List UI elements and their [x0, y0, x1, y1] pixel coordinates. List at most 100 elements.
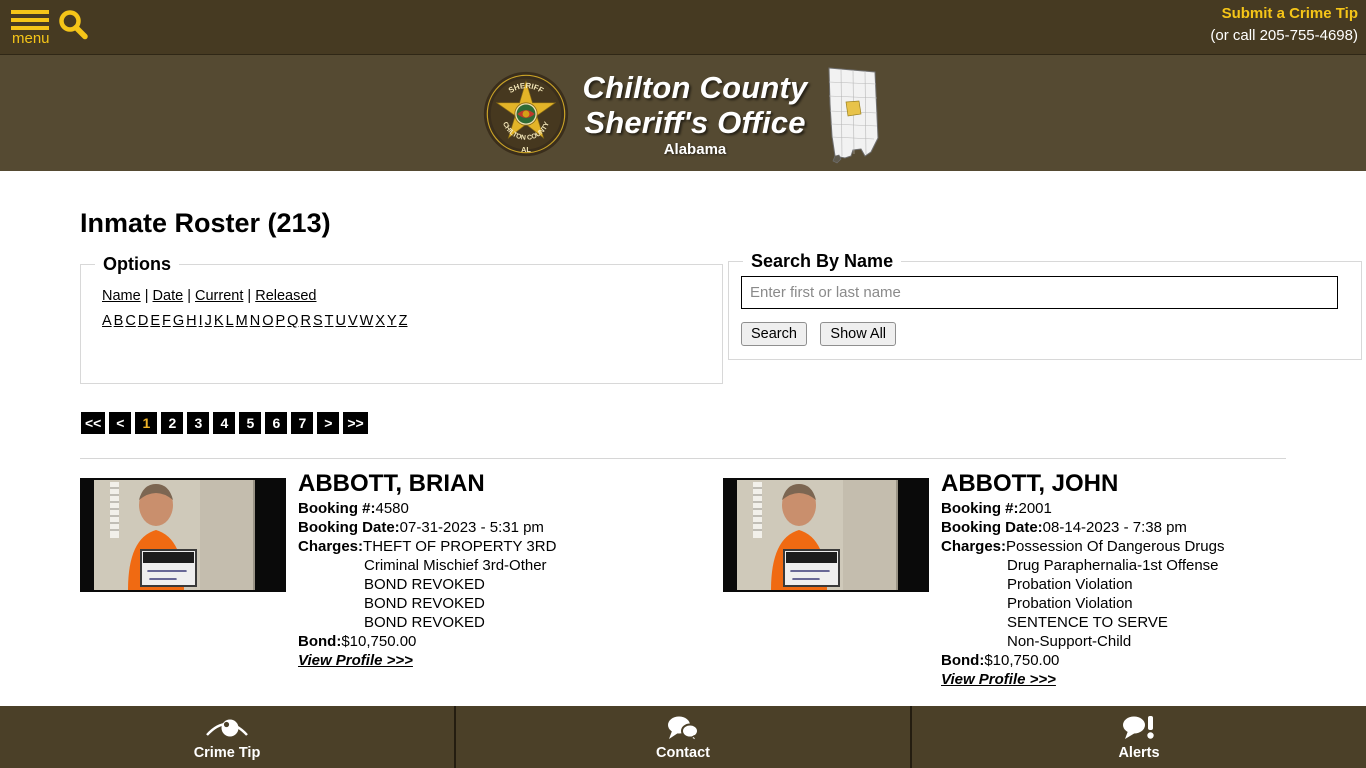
- alphabet-filter-g[interactable]: G: [173, 313, 184, 329]
- charge-value: BOND REVOKED: [364, 614, 485, 631]
- eye-icon: [205, 714, 249, 742]
- inmate-info: ABBOTT, BRIAN Booking #:4580 Booking Date:…: [298, 470, 680, 670]
- booking-date-line: Booking Date:08-14-2023 - 7:38 pm: [941, 518, 1323, 537]
- content-divider: [80, 458, 1286, 459]
- options-panel: Options Name | Date | Current | Released…: [80, 254, 723, 384]
- alphabet-filter-r[interactable]: R: [300, 313, 310, 329]
- search-icon[interactable]: [56, 8, 90, 42]
- alphabet-filter-h[interactable]: H: [186, 313, 196, 329]
- site-title-line2: Sheriff's Office: [584, 104, 806, 140]
- view-profile-link[interactable]: View Profile >>>: [941, 670, 1056, 689]
- booking-date-value: 08-14-2023 - 7:38 pm: [1042, 519, 1187, 536]
- page-title: Inmate Roster (213): [80, 208, 331, 238]
- booking-number-line: Booking #:4580: [298, 499, 680, 518]
- pagination-page-2[interactable]: 2: [161, 412, 184, 434]
- charge-value: BOND REVOKED: [364, 595, 485, 612]
- pagination-page-7[interactable]: 7: [291, 412, 314, 434]
- booking-number-label: Booking #:: [298, 500, 376, 517]
- alabama-state-map-icon: [821, 64, 883, 164]
- crime-tip-block: Submit a Crime Tip (or call 205-755-4698…: [1210, 3, 1358, 47]
- alphabet-filter-n[interactable]: N: [250, 313, 260, 329]
- alphabet-filter-o[interactable]: O: [262, 313, 273, 329]
- booking-number-label: Booking #:: [941, 500, 1019, 517]
- footer-label: Crime Tip: [193, 744, 261, 761]
- search-button[interactable]: Search: [741, 322, 807, 346]
- alphabet-filter-m[interactable]: M: [236, 313, 248, 329]
- alphabet-filter-v[interactable]: V: [348, 313, 358, 329]
- alphabet-filter-c[interactable]: C: [125, 313, 135, 329]
- alphabet-filter-y[interactable]: Y: [387, 313, 397, 329]
- charge-value: Non-Support-Child: [1007, 633, 1132, 650]
- search-legend: Search By Name: [751, 251, 894, 271]
- pagination-last[interactable]: >>: [343, 412, 368, 434]
- charges-line: Charges:Possession Of Dangerous Drugs: [941, 537, 1323, 556]
- alphabet-filter-z[interactable]: Z: [399, 313, 408, 329]
- alphabet-filter-a[interactable]: A: [102, 313, 112, 329]
- footer-item-crime-tip[interactable]: Crime Tip: [0, 706, 454, 768]
- bond-label: Bond:: [298, 633, 342, 650]
- footer-item-alerts[interactable]: Alerts: [910, 706, 1366, 768]
- search-input[interactable]: [741, 276, 1338, 309]
- view-profile-link[interactable]: View Profile >>>: [298, 651, 413, 670]
- site-title: Chilton County Sheriff's Office Alabama: [569, 70, 822, 159]
- speech-bubbles-icon: [663, 714, 703, 742]
- charge-value: BOND REVOKED: [364, 576, 485, 593]
- booking-date-line: Booking Date:07-31-2023 - 5:31 pm: [298, 518, 680, 537]
- alphabet-filter-x[interactable]: X: [375, 313, 385, 329]
- charge-value: Drug Paraphernalia-1st Offense: [1007, 557, 1219, 574]
- menu-button[interactable]: menu: [8, 4, 50, 52]
- inmate-name: ABBOTT, JOHN: [941, 470, 1119, 497]
- alphabet-filter-s[interactable]: S: [313, 313, 323, 329]
- bond-value: $10,750.00: [341, 633, 417, 650]
- show-all-button[interactable]: Show All: [820, 322, 897, 346]
- alphabet-filter-j[interactable]: J: [205, 313, 212, 329]
- pagination-next[interactable]: >: [317, 412, 340, 434]
- footer-label: Contact: [656, 744, 710, 761]
- pagination-first[interactable]: <<: [81, 412, 106, 434]
- submit-crime-tip-link[interactable]: Submit a Crime Tip: [1210, 3, 1358, 25]
- alphabet-filter-d[interactable]: D: [138, 313, 148, 329]
- crime-tip-phone: (or call 205-755-4698): [1210, 27, 1358, 44]
- alphabet-filter-f[interactable]: F: [162, 313, 171, 329]
- booking-date-value: 07-31-2023 - 5:31 pm: [399, 519, 544, 536]
- booking-number-line: Booking #:2001: [941, 499, 1323, 518]
- site-title-line1: Chilton County: [582, 69, 808, 105]
- alphabet-filter-k[interactable]: K: [214, 313, 224, 329]
- alphabet-filter-p[interactable]: P: [276, 313, 286, 329]
- top-utility-bar: menu Submit a Crime Tip (or call 205-755…: [0, 0, 1366, 55]
- sort-links-row: Name | Date | Current | Released: [102, 285, 722, 307]
- alphabet-filter-e[interactable]: E: [150, 313, 160, 329]
- pagination-page-3[interactable]: 3: [187, 412, 210, 434]
- charge-value: SENTENCE TO SERVE: [1007, 614, 1168, 631]
- alphabet-filter-b[interactable]: B: [114, 313, 124, 329]
- bond-line: Bond:$10,750.00: [298, 632, 680, 651]
- inmate-info: ABBOTT, JOHN Booking #:2001 Booking Date:0…: [941, 470, 1323, 689]
- pagination-prev[interactable]: <: [109, 412, 132, 434]
- charges-label: Charges:: [298, 538, 364, 555]
- sort-link-released[interactable]: Released: [255, 288, 316, 304]
- pagination-page-4[interactable]: 4: [213, 412, 236, 434]
- alphabet-filter-t[interactable]: T: [325, 313, 334, 329]
- alphabet-filter-i[interactable]: I: [199, 313, 203, 329]
- footer-item-contact[interactable]: Contact: [454, 706, 910, 768]
- alphabet-filter-row: ABCDEFGHIJKLMNOPQRSTUVWXYZ: [102, 310, 722, 332]
- alphabet-filter-w[interactable]: W: [360, 313, 374, 329]
- alphabet-filter-u[interactable]: U: [335, 313, 345, 329]
- pagination-page-5[interactable]: 5: [239, 412, 262, 434]
- alphabet-filter-l[interactable]: L: [226, 313, 234, 329]
- sort-link-date[interactable]: Date: [153, 288, 184, 304]
- view-profile-row: View Profile >>>: [941, 670, 1323, 689]
- mugshot-photo[interactable]: [80, 478, 286, 592]
- charge-value: Possession Of Dangerous Drugs: [1006, 538, 1225, 555]
- booking-number-value: 4580: [375, 500, 409, 517]
- bond-label: Bond:: [941, 652, 985, 669]
- alphabet-filter-q[interactable]: Q: [287, 313, 298, 329]
- sort-link-current[interactable]: Current: [195, 288, 243, 304]
- search-panel: Search By Name Search Show All: [728, 251, 1362, 360]
- pagination-page-6[interactable]: 6: [265, 412, 288, 434]
- booking-date-label: Booking Date:: [298, 519, 400, 536]
- pagination-page-1[interactable]: 1: [135, 412, 158, 434]
- mugshot-photo[interactable]: [723, 478, 929, 592]
- sort-separator: |: [247, 288, 252, 304]
- sort-link-name[interactable]: Name: [102, 288, 141, 304]
